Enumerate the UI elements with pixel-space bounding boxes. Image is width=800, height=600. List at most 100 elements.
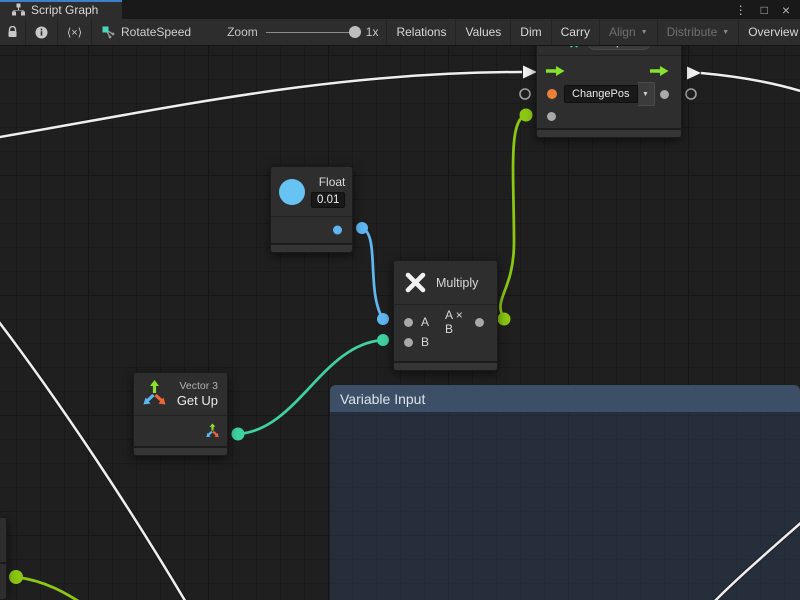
- multiply-input-a-label: A: [421, 315, 429, 329]
- node-graph-unit[interactable]: Graph ▼ ChangePos ▼: [536, 46, 682, 138]
- chevron-down-icon: ▼: [641, 29, 648, 36]
- multiply-output-label: A × B: [445, 308, 467, 336]
- multiply-a-connection-dot[interactable]: [377, 313, 389, 325]
- float-type-icon: [279, 179, 305, 205]
- node-footer: [271, 243, 352, 252]
- node-multiply[interactable]: Multiply A A × B B: [393, 260, 498, 371]
- zoom-control: Zoom 1x: [219, 19, 387, 45]
- code-icon: ⟨×⟩: [67, 26, 82, 39]
- zoom-slider[interactable]: [266, 26, 358, 38]
- value-input-row: [537, 106, 681, 126]
- value-output-port[interactable]: [660, 90, 669, 99]
- graph-breadcrumb[interactable]: RotateSpeed: [92, 19, 201, 45]
- vector-title: Get Up: [177, 393, 218, 408]
- bottom-left-wire[interactable]: [16, 577, 86, 600]
- variable-input-port[interactable]: [547, 89, 557, 99]
- group-title: Variable Input: [340, 391, 425, 407]
- flow-ports-row: [537, 60, 681, 82]
- multiply-output-port[interactable]: [475, 318, 484, 327]
- unconnected-port-right[interactable]: [686, 89, 696, 99]
- distribute-button[interactable]: Distribute▼: [658, 19, 740, 45]
- float-output-port[interactable]: [333, 226, 342, 235]
- vector-type-label: Vector 3: [179, 380, 218, 392]
- close-icon[interactable]: ×: [782, 2, 790, 18]
- tab-title: Script Graph: [31, 3, 98, 17]
- graph-canvas[interactable]: Variable Input: [0, 46, 800, 600]
- window-menu-icon[interactable]: ⋮: [735, 3, 747, 17]
- group-header[interactable]: Variable Input: [330, 385, 800, 412]
- chevron-down-icon: ▼: [642, 91, 649, 98]
- float-output-connection-dot[interactable]: [356, 222, 368, 234]
- float-value-field[interactable]: 0.01: [311, 192, 345, 208]
- wire-shadow: [0, 72, 522, 138]
- flow-input-arrow-port[interactable]: [523, 66, 537, 79]
- multiply-to-graph-wire[interactable]: [500, 115, 526, 319]
- flow-input-port[interactable]: [546, 65, 565, 77]
- node-footer: [134, 446, 227, 455]
- vector-output-connection-dot[interactable]: [232, 428, 245, 441]
- multiply-output-connection-dot[interactable]: [498, 313, 511, 326]
- graph-dropdown[interactable]: Graph ▼: [587, 46, 652, 50]
- multiply-icon: [404, 271, 427, 294]
- multiply-input-a-port[interactable]: [404, 318, 413, 327]
- inspect-button[interactable]: [26, 19, 58, 45]
- graph-input-connection-dot[interactable]: [520, 109, 533, 122]
- variable-name-field[interactable]: ChangePos: [564, 85, 638, 103]
- graph-unit-icon: [567, 46, 581, 48]
- title-bar: Script Graph ⋮ □ ×: [0, 0, 800, 19]
- tab-script-graph[interactable]: Script Graph: [0, 0, 122, 19]
- graph-unit-header: Graph ▼: [537, 46, 681, 55]
- unconnected-port-left[interactable]: [520, 89, 530, 99]
- info-icon: [35, 26, 48, 39]
- wire-shadow: [701, 73, 800, 92]
- node-vector3-get-up[interactable]: Vector 3 Get Up: [133, 372, 228, 456]
- flow-wire-crossing[interactable]: [0, 318, 187, 600]
- vector-output-port[interactable]: [205, 424, 220, 439]
- lock-button[interactable]: [0, 19, 26, 45]
- variable-dropdown-button[interactable]: ▼: [638, 82, 655, 106]
- lock-icon: [7, 26, 18, 38]
- dim-button[interactable]: Dim: [511, 19, 551, 45]
- value-input-port[interactable]: [547, 112, 556, 121]
- graph-reference-label: RotateSpeed: [121, 25, 191, 39]
- multiply-input-b-port[interactable]: [404, 338, 413, 347]
- node-footer: [394, 361, 497, 370]
- wire-shadow: [0, 318, 187, 600]
- overview-button[interactable]: Overview: [739, 19, 800, 45]
- code-preview-button[interactable]: ⟨×⟩: [58, 19, 92, 45]
- vector-header: Vector 3 Get Up: [134, 373, 227, 415]
- multiply-row-a: A A × B: [394, 312, 497, 332]
- window-controls: ⋮ □ ×: [735, 0, 800, 19]
- flow-output-arrow-port[interactable]: [687, 67, 701, 80]
- flow-wire-in[interactable]: [0, 72, 522, 138]
- carry-button[interactable]: Carry: [552, 19, 600, 45]
- node-float-literal[interactable]: Float 0.01: [270, 166, 353, 253]
- multiply-header: Multiply: [394, 261, 497, 304]
- zoom-label: Zoom: [227, 25, 258, 39]
- align-button[interactable]: Align▼: [600, 19, 658, 45]
- values-button[interactable]: Values: [456, 19, 511, 45]
- vector-body: [134, 416, 227, 446]
- graph-reference-icon: [102, 26, 115, 39]
- float-body: [271, 217, 352, 243]
- node-offscreen-left[interactable]: [0, 517, 7, 600]
- bottom-left-connection-dot[interactable]: [9, 570, 23, 584]
- group-variable-input[interactable]: Variable Input: [330, 385, 800, 600]
- multiply-title: Multiply: [436, 276, 478, 290]
- relations-button[interactable]: Relations: [387, 19, 456, 45]
- flow-wire-out[interactable]: [701, 73, 800, 92]
- flow-output-port[interactable]: [650, 65, 669, 77]
- graph-toolbar: ⟨×⟩ RotateSpeed Zoom 1x Relations Values…: [0, 19, 800, 46]
- node-footer: [537, 128, 681, 137]
- multiply-b-connection-dot[interactable]: [377, 334, 389, 346]
- float-to-multiply-wire[interactable]: [362, 228, 383, 319]
- hierarchy-graph-icon: [12, 3, 25, 16]
- float-title: Float: [319, 175, 346, 189]
- float-header: Float 0.01: [271, 167, 352, 216]
- zoom-slider-handle[interactable]: [349, 26, 361, 38]
- maximize-icon[interactable]: □: [761, 3, 768, 17]
- chevron-down-icon: ▼: [722, 29, 729, 36]
- multiply-input-b-label: B: [421, 335, 429, 349]
- script-graph-window: Script Graph ⋮ □ × ⟨×⟩ RotateSpeed: [0, 0, 800, 600]
- zoom-value: 1x: [366, 25, 379, 39]
